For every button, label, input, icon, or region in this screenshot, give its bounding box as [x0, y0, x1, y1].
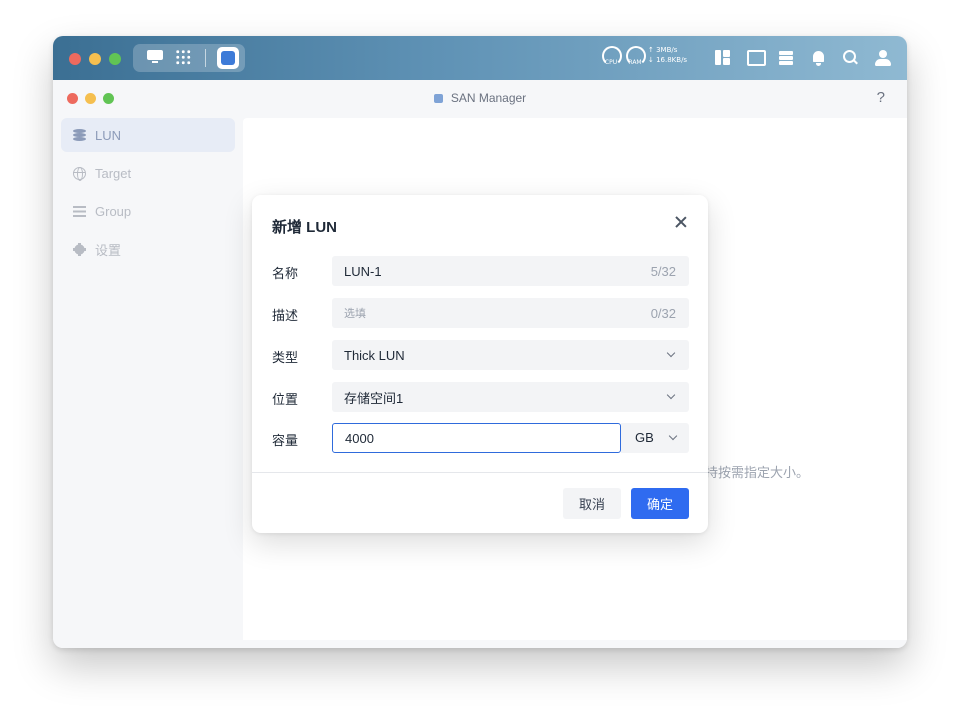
- sidebar: LUN Target Group 设置: [53, 118, 243, 648]
- app-grid-icon[interactable]: [175, 49, 191, 65]
- gear-icon: [73, 242, 86, 256]
- server-icon[interactable]: [779, 50, 795, 66]
- window-title-text: SAN Manager: [450, 91, 527, 105]
- close-dot[interactable]: [69, 53, 81, 65]
- location-value: 存储空间1: [344, 390, 404, 406]
- cpu-gauge-icon[interactable]: CPU: [600, 44, 622, 68]
- chevron-down-icon: [666, 348, 676, 358]
- capacity-label: 容量: [272, 433, 299, 448]
- desktop-monitor-icon[interactable]: [147, 50, 163, 63]
- sidebar-item-lun[interactable]: LUN: [61, 118, 235, 152]
- cancel-button[interactable]: 取消: [563, 488, 621, 519]
- san-manager-app-icon[interactable]: [217, 47, 239, 69]
- type-value: Thick LUN: [344, 347, 405, 363]
- chevron-down-icon: [666, 390, 676, 400]
- name-input[interactable]: LUN-1 5/32: [332, 256, 689, 286]
- description-counter: 0/32: [650, 306, 676, 321]
- capacity-unit-select[interactable]: GB: [621, 423, 689, 453]
- network-speed[interactable]: ↑ 3MB/s ↓ 16.8KB/s: [648, 45, 700, 71]
- globe-icon: [73, 166, 86, 181]
- chevron-down-icon: [668, 431, 678, 441]
- maximize-dot[interactable]: [109, 53, 121, 65]
- minimize-dot[interactable]: [89, 53, 101, 65]
- name-label: 名称: [272, 266, 299, 281]
- database-icon: [73, 128, 86, 142]
- name-value: LUN-1: [344, 263, 382, 279]
- sidebar-item-label: Target: [95, 165, 132, 181]
- description-input[interactable]: 选填 0/32: [332, 298, 689, 328]
- app-title-icon: [433, 94, 443, 103]
- close-icon[interactable]: [672, 213, 690, 231]
- desktop-traffic-lights: [69, 53, 121, 65]
- sidebar-item-target[interactable]: Target: [61, 156, 235, 190]
- location-select[interactable]: 存储空间1: [332, 382, 689, 412]
- dialog-divider: [252, 472, 708, 473]
- name-counter: 5/32: [650, 264, 676, 279]
- ram-label: RAM: [628, 59, 642, 66]
- sidebar-item-settings[interactable]: 设置: [61, 232, 235, 266]
- background-hint-text: 持按需指定大小。: [705, 465, 810, 480]
- capacity-unit-value: GB: [635, 430, 654, 445]
- screen-icon[interactable]: [747, 50, 766, 66]
- search-icon[interactable]: [843, 50, 859, 66]
- ram-gauge-icon[interactable]: RAM: [624, 44, 646, 68]
- dialog-title: 新增 LUN: [272, 219, 337, 236]
- type-label: 类型: [272, 350, 299, 365]
- cpu-label: CPU: [604, 59, 618, 66]
- layout-icon[interactable]: [715, 50, 731, 66]
- sidebar-item-label: LUN: [95, 127, 122, 143]
- type-select[interactable]: Thick LUN: [332, 340, 689, 370]
- new-lun-dialog: 新增 LUN 名称 LUN-1 5/32 描述 选填 0/32 类型 Thick…: [252, 195, 708, 533]
- window-titlebar: SAN Manager ?: [53, 80, 907, 118]
- window-title: SAN Manager: [53, 91, 907, 105]
- network-download: ↓ 16.8KB/s: [648, 56, 688, 64]
- network-upload: ↑ 3MB/s: [648, 46, 678, 54]
- confirm-button[interactable]: 确定: [631, 488, 689, 519]
- topbar-divider: [205, 49, 206, 67]
- description-placeholder: 选填: [344, 308, 366, 320]
- capacity-input[interactable]: [332, 423, 621, 453]
- sidebar-item-group[interactable]: Group: [61, 194, 235, 228]
- description-label: 描述: [272, 308, 299, 323]
- bell-icon[interactable]: [811, 50, 827, 66]
- sidebar-item-label: 设置: [95, 242, 122, 258]
- sidebar-item-label: Group: [95, 203, 132, 219]
- help-button[interactable]: ?: [877, 89, 885, 106]
- list-icon: [73, 205, 86, 218]
- location-label: 位置: [272, 392, 299, 407]
- system-topbar: CPU RAM ↑ 3MB/s ↓ 16.8KB/s: [53, 36, 907, 80]
- user-icon[interactable]: [875, 50, 891, 66]
